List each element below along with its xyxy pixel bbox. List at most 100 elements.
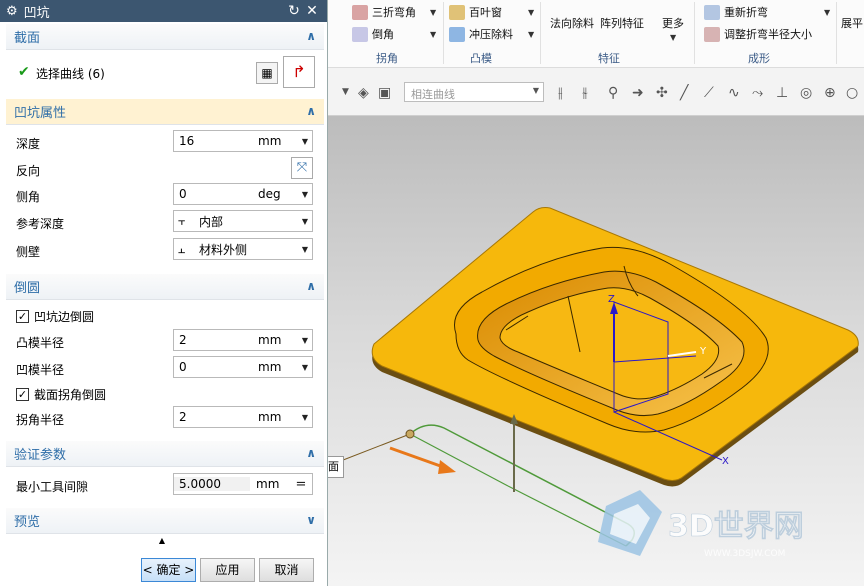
section-header-properties[interactable]: 凹坑属性 ∧ [6, 99, 324, 125]
snap-icon[interactable]: ⫲ [558, 85, 563, 101]
die-radius-field[interactable]: 0 mm ▼ [173, 356, 313, 378]
ribbon-chamfer-button[interactable]: 倒角 [352, 26, 394, 42]
punch-radius-label: 凸模半径 [16, 336, 65, 350]
svg-text:Z: Z [608, 294, 615, 305]
ribbon-group-emboss: 凸模 [470, 52, 492, 65]
ref-depth-icon: ⫟ [178, 213, 186, 228]
chevron-down-icon[interactable]: ▼ [824, 8, 830, 17]
point-icon[interactable]: ⤳ [752, 85, 763, 101]
circle-icon[interactable]: ⊕ [824, 85, 836, 101]
line-icon[interactable]: ⟋ [704, 85, 714, 101]
side-wall-select[interactable]: ⫠ 材料外侧 ▼ [173, 238, 313, 260]
snap-icon[interactable]: ⚲ [608, 85, 618, 101]
curve-rule-filter[interactable]: 相连曲线 ▼ [404, 82, 544, 102]
chevron-down-icon[interactable]: ▼ [528, 8, 534, 17]
louver-icon [449, 4, 465, 20]
check-icon: ✔ [18, 64, 30, 80]
dialog-titlebar[interactable]: ⚙ 凹坑 ↻ ✕ [0, 0, 327, 22]
chevron-down-icon[interactable]: ▼ [298, 217, 312, 226]
svg-text:WWW.3DSJW.COM: WWW.3DSJW.COM [704, 549, 785, 559]
corner-radius-field[interactable]: 2 mm ▼ [173, 406, 313, 428]
dimple-part[interactable] [371, 207, 859, 487]
side-wall-icon: ⫠ [178, 241, 186, 256]
divider [694, 2, 695, 64]
reset-icon[interactable]: ↻ [285, 3, 303, 19]
ribbon-normal-cut-button[interactable]: 法向除料 [550, 15, 594, 31]
selection-toolbar: ▼ ◈ ▣ 相连曲线 ▼ ⫲ ⫳ ⚲ ➜ ✣ ╱ ⟋ ∿ ⤳ ⊥ ◎ ⊕ ○ [328, 68, 864, 116]
ribbon-tri-bend-button[interactable]: 三折弯角 [352, 4, 416, 20]
ribbon-group-corner: 拐角 [376, 52, 398, 65]
solid-icon[interactable]: ◈ [358, 85, 369, 101]
equals-icon[interactable]: = [290, 477, 312, 492]
close-icon[interactable]: ✕ [303, 3, 321, 19]
side-wall-label: 侧壁 [16, 245, 41, 259]
circle-icon[interactable]: ◎ [800, 85, 812, 101]
fillet-edges-checkbox[interactable]: ✓ 凹坑边倒圆 [16, 308, 94, 325]
sketch-icon[interactable]: ▦ [256, 62, 278, 84]
reverse-direction-icon[interactable]: ⤧ [291, 157, 313, 179]
curve-icon[interactable]: ∿ [728, 85, 740, 101]
ribbon-pattern-feature-button[interactable]: 阵列特征 [600, 15, 644, 31]
chevron-down-icon[interactable]: ▼ [298, 245, 312, 254]
chevron-down-icon[interactable]: ∨ [306, 513, 316, 527]
angle-field[interactable]: 0 deg ▼ [173, 183, 313, 205]
ribbon-flatten-button[interactable]: 展平 [841, 15, 863, 31]
3d-model-view: Z Y X 3D世界网 WWW.3DSJW.COM [337, 207, 859, 559]
cube-icon[interactable]: ▣ [378, 85, 391, 101]
dialog-title: 凹坑 [23, 5, 50, 21]
chevron-down-icon: ▼ [532, 86, 539, 95]
rebend-icon [704, 4, 720, 20]
chevron-down-icon[interactable]: ▼ [298, 413, 312, 422]
ref-depth-select[interactable]: ⫟ 内部 ▼ [173, 210, 313, 232]
section-header-section[interactable]: 截面 ∧ [6, 24, 324, 50]
punch-radius-field[interactable]: 2 mm ▼ [173, 329, 313, 351]
chevron-down-icon[interactable]: ▼ [430, 30, 436, 39]
corner-radius-label: 拐角半径 [16, 413, 65, 427]
depth-label: 深度 [16, 137, 41, 151]
chevron-down-icon[interactable]: ▼ [298, 336, 312, 345]
divider [836, 2, 837, 64]
snap-icon[interactable]: ✣ [656, 85, 668, 101]
chevron-down-icon[interactable]: ▼ [342, 87, 349, 97]
ok-button[interactable]: < 确定 > [141, 558, 196, 582]
collapse-arrow-icon[interactable]: ▲ [0, 536, 324, 548]
svg-text:Y: Y [699, 346, 707, 357]
ribbon-more-button[interactable]: 更多 [662, 15, 684, 31]
cancel-button[interactable]: 取消 [259, 558, 314, 582]
select-curve-label[interactable]: 选择曲线 (6) [36, 65, 105, 82]
curve-select-icon[interactable]: ↱ [283, 56, 315, 88]
ribbon-adjust-bend-radius-button[interactable]: 调整折弯半径大小 [704, 26, 812, 42]
circle-icon[interactable]: ○ [846, 85, 858, 101]
chevron-up-icon[interactable]: ∧ [306, 446, 316, 460]
chevron-down-icon[interactable]: ▼ [528, 30, 534, 39]
arrow-icon[interactable]: ➜ [632, 85, 644, 101]
min-gap-field[interactable]: 5.0000 mm = [173, 473, 313, 495]
ribbon-louver-button[interactable]: 百叶窗 [449, 4, 502, 20]
chevron-down-icon[interactable]: ▼ [670, 33, 676, 42]
ribbon-rebend-button[interactable]: 重新折弯 [704, 4, 768, 20]
chevron-down-icon[interactable]: ▼ [298, 137, 312, 146]
ribbon-punch-cut-button[interactable]: 冲压除料 [449, 26, 513, 42]
gear-icon[interactable]: ⚙ [6, 4, 18, 19]
section-header-fillet[interactable]: 倒圆 ∧ [6, 274, 324, 300]
graphics-viewport[interactable]: Z Y X 3D世界网 WWW.3DSJW.COM 面 [328, 116, 864, 586]
reverse-label: 反向 [16, 164, 41, 178]
snap-icon[interactable]: ⫳ [582, 85, 588, 101]
line-icon[interactable]: ╱ [680, 85, 688, 101]
depth-field[interactable]: 16 mm ▼ [173, 130, 313, 152]
chevron-up-icon[interactable]: ∧ [306, 279, 316, 293]
checkbox-checked-icon[interactable]: ✓ [16, 388, 29, 401]
chevron-up-icon[interactable]: ∧ [306, 104, 316, 118]
corner-fillet-checkbox[interactable]: ✓ 截面拐角倒圆 [16, 386, 106, 403]
chevron-up-icon[interactable]: ∧ [306, 29, 316, 43]
chevron-down-icon[interactable]: ▼ [298, 363, 312, 372]
chevron-down-icon[interactable]: ▼ [430, 8, 436, 17]
ribbon-group-feature: 特征 [598, 52, 620, 65]
section-header-preview[interactable]: 预览 ∨ [6, 508, 324, 534]
chevron-down-icon[interactable]: ▼ [298, 190, 312, 199]
snap-icon[interactable]: ⊥ [776, 85, 788, 101]
divider [540, 2, 541, 64]
section-header-verify[interactable]: 验证参数 ∧ [6, 441, 324, 467]
checkbox-checked-icon[interactable]: ✓ [16, 310, 29, 323]
apply-button[interactable]: 应用 [200, 558, 255, 582]
